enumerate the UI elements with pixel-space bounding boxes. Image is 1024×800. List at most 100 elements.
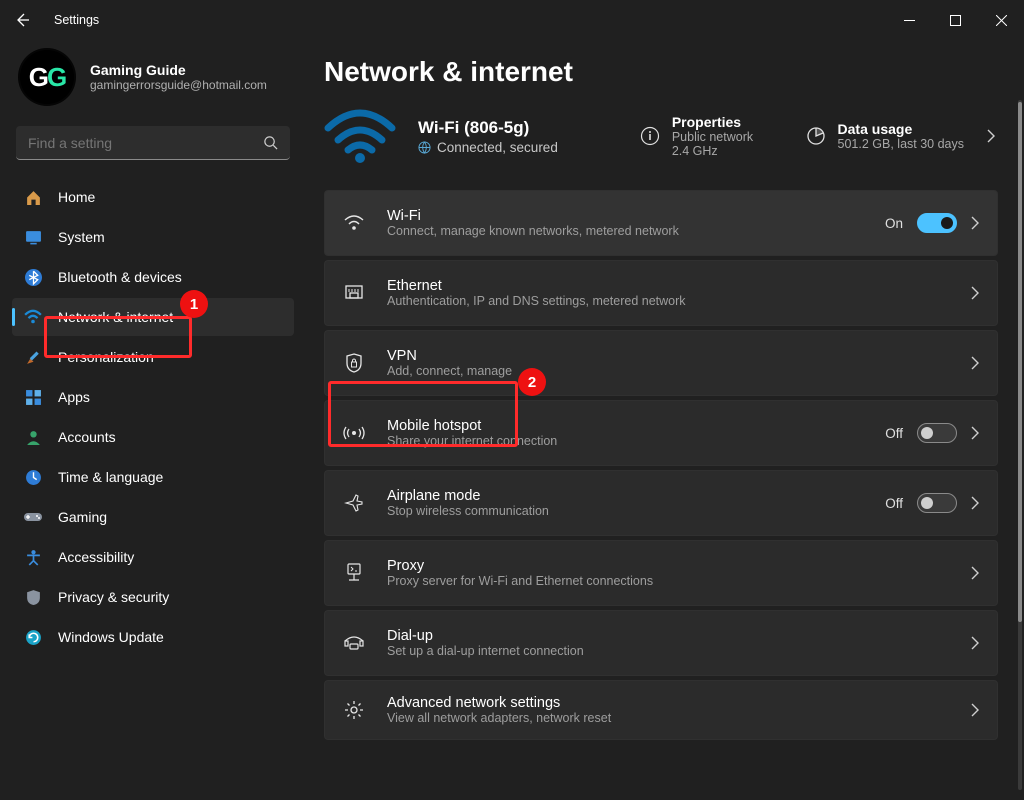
row-title: Dial-up: [387, 628, 584, 644]
proxy-icon: [343, 563, 365, 583]
row-title: Airplane mode: [387, 488, 549, 504]
sidebar-item-label: Privacy & security: [58, 589, 169, 605]
row-wifi[interactable]: Wi-Fi Connect, manage known networks, me…: [324, 190, 998, 256]
main-panel: Network & internet Wi-Fi (806-5g) Connec…: [300, 40, 1024, 800]
window-controls: [886, 0, 1024, 40]
sidebar-item-label: Apps: [58, 389, 90, 405]
sidebar-item-label: Home: [58, 189, 95, 205]
row-vpn[interactable]: VPN Add, connect, manage: [324, 330, 998, 396]
avatar: GG: [18, 48, 76, 106]
row-sub: Add, connect, manage: [387, 364, 512, 378]
hero-main[interactable]: Wi-Fi (806-5g) Connected, secured: [418, 118, 558, 155]
search-icon: [263, 135, 278, 150]
search-box[interactable]: [16, 126, 290, 160]
apps-icon: [24, 388, 42, 406]
row-airplane-mode[interactable]: Airplane mode Stop wireless communicatio…: [324, 470, 998, 536]
row-sub: Stop wireless communication: [387, 504, 549, 518]
row-title: Mobile hotspot: [387, 418, 557, 434]
accessibility-icon: [24, 548, 42, 566]
sidebar-item-personalization[interactable]: Personalization: [12, 338, 294, 376]
chevron-right-icon: [971, 496, 979, 510]
profile-email: gamingerrorsguide@hotmail.com: [90, 78, 267, 92]
profile-block[interactable]: GG Gaming Guide gamingerrorsguide@hotmai…: [12, 44, 294, 120]
sidebar-item-home[interactable]: Home: [12, 178, 294, 216]
page-title: Network & internet: [324, 56, 1016, 88]
hero-properties[interactable]: Properties Public network 2.4 GHz: [640, 114, 753, 158]
maximize-button[interactable]: [932, 0, 978, 40]
airplane-toggle[interactable]: [917, 493, 957, 513]
scrollbar[interactable]: [1018, 100, 1022, 790]
sidebar-item-label: Windows Update: [58, 629, 164, 645]
gamepad-icon: [24, 508, 42, 526]
row-advanced-network[interactable]: Advanced network settings View all netwo…: [324, 680, 998, 740]
arrow-left-icon: [14, 12, 30, 28]
chevron-right-icon: [971, 703, 979, 717]
sidebar: GG Gaming Guide gamingerrorsguide@hotmai…: [0, 40, 300, 800]
row-title: VPN: [387, 348, 512, 364]
sidebar-item-windows-update[interactable]: Windows Update: [12, 618, 294, 656]
toggle-label: Off: [885, 496, 903, 511]
toggle-label: Off: [885, 426, 903, 441]
airplane-icon: [343, 493, 365, 513]
row-title: Advanced network settings: [387, 695, 611, 711]
minimize-button[interactable]: [886, 0, 932, 40]
info-icon: [640, 126, 660, 146]
chevron-right-icon: [971, 426, 979, 440]
sidebar-item-system[interactable]: System: [12, 218, 294, 256]
toggle-label: On: [885, 216, 903, 231]
wifi-status: Connected, secured: [437, 140, 558, 155]
sidebar-item-label: Bluetooth & devices: [58, 269, 182, 285]
row-sub: Proxy server for Wi-Fi and Ethernet conn…: [387, 574, 653, 588]
sidebar-item-privacy[interactable]: Privacy & security: [12, 578, 294, 616]
bluetooth-icon: [24, 268, 42, 286]
sidebar-item-label: Gaming: [58, 509, 107, 525]
sidebar-item-time-language[interactable]: Time & language: [12, 458, 294, 496]
system-icon: [24, 228, 42, 246]
row-sub: Connect, manage known networks, metered …: [387, 224, 679, 238]
row-sub: View all network adapters, network reset: [387, 711, 611, 725]
chevron-right-icon: [971, 636, 979, 650]
clock-globe-icon: [24, 468, 42, 486]
sidebar-item-label: Time & language: [58, 469, 163, 485]
person-icon: [24, 428, 42, 446]
properties-sub: Public network 2.4 GHz: [672, 130, 753, 158]
hero-data-usage[interactable]: Data usage 501.2 GB, last 30 days: [806, 121, 996, 151]
wifi-icon: [24, 308, 42, 326]
globe-icon: [418, 141, 431, 154]
wifi-title: Wi-Fi (806-5g): [418, 118, 558, 138]
row-sub: Share your internet connection: [387, 434, 557, 448]
row-ethernet[interactable]: Ethernet Authentication, IP and DNS sett…: [324, 260, 998, 326]
wifi-large-icon: [324, 108, 396, 164]
brush-icon: [24, 348, 42, 366]
wifi-toggle[interactable]: [917, 213, 957, 233]
sidebar-item-bluetooth[interactable]: Bluetooth & devices: [12, 258, 294, 296]
chevron-right-icon: [971, 356, 979, 370]
pie-icon: [806, 126, 826, 146]
chevron-right-icon: [986, 129, 996, 143]
sidebar-item-apps[interactable]: Apps: [12, 378, 294, 416]
ethernet-icon: [343, 284, 365, 302]
chevron-right-icon: [971, 216, 979, 230]
hotspot-toggle[interactable]: [917, 423, 957, 443]
sidebar-item-label: System: [58, 229, 105, 245]
search-input[interactable]: [28, 135, 263, 151]
wifi-icon: [343, 215, 365, 231]
row-proxy[interactable]: Proxy Proxy server for Wi-Fi and Etherne…: [324, 540, 998, 606]
sidebar-item-accounts[interactable]: Accounts: [12, 418, 294, 456]
close-button[interactable]: [978, 0, 1024, 40]
back-button[interactable]: [14, 12, 40, 28]
minimize-icon: [904, 15, 915, 26]
data-sub: 501.2 GB, last 30 days: [838, 137, 964, 151]
row-mobile-hotspot[interactable]: Mobile hotspot Share your internet conne…: [324, 400, 998, 466]
row-sub: Authentication, IP and DNS settings, met…: [387, 294, 686, 308]
data-label: Data usage: [838, 121, 964, 137]
properties-label: Properties: [672, 114, 753, 130]
home-icon: [24, 188, 42, 206]
row-title: Proxy: [387, 558, 653, 574]
sidebar-item-accessibility[interactable]: Accessibility: [12, 538, 294, 576]
sidebar-item-gaming[interactable]: Gaming: [12, 498, 294, 536]
sidebar-nav: Home System Bluetooth & devices Network …: [12, 178, 294, 656]
sidebar-item-label: Network & internet: [58, 309, 173, 325]
sidebar-item-network[interactable]: Network & internet: [12, 298, 294, 336]
row-dialup[interactable]: Dial-up Set up a dial-up internet connec…: [324, 610, 998, 676]
